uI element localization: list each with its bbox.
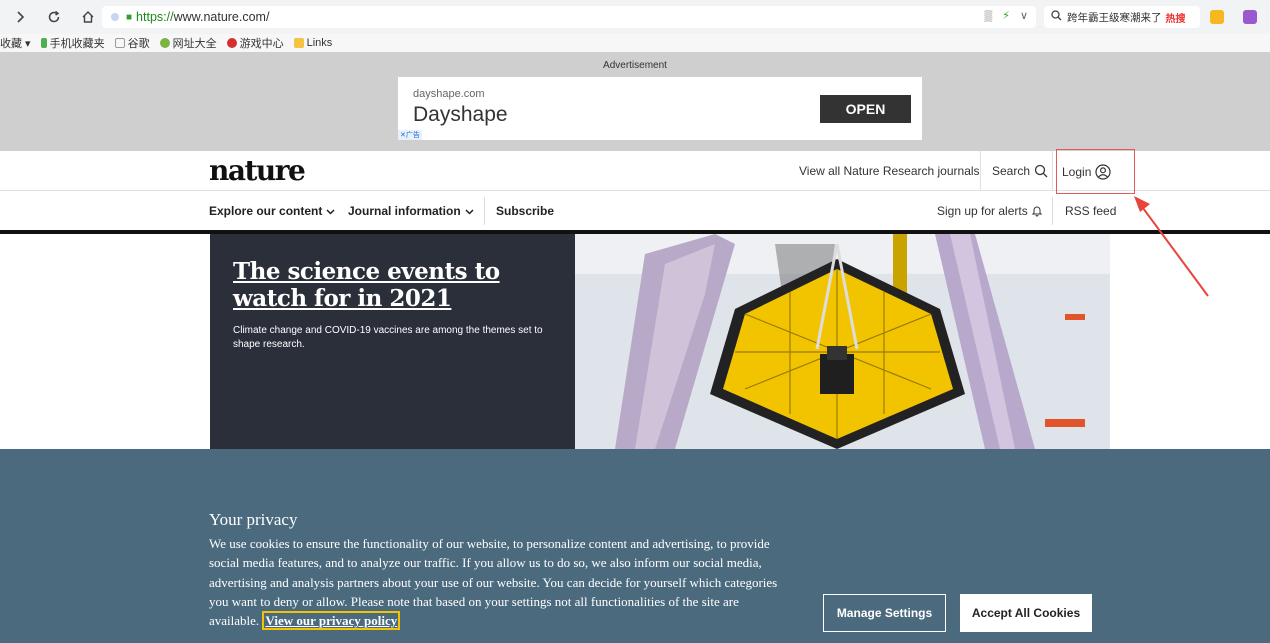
ad-box[interactable]: dayshape.com Dayshape OPEN ✕广告 [398,77,922,140]
sub-navigation: Explore our content Journal information … [0,191,1270,231]
site-header: nature View all Nature Research journals… [0,149,1270,194]
view-all-journals-link[interactable]: View all Nature Research journals [799,164,980,178]
bookmark-item[interactable]: 网址大全 [159,35,217,51]
qr-icon[interactable]: ▒ [984,10,992,22]
bookmark-item[interactable]: 谷歌 [114,35,150,51]
annotation-highlight-box [1056,149,1135,194]
ad-flag[interactable]: ✕广告 [398,130,422,140]
url-protocol: https:// [136,10,174,24]
folder-icon [293,38,304,48]
nature-logo[interactable]: nature [209,154,306,187]
ad-open-button[interactable]: OPEN [820,95,911,123]
address-bar[interactable]: ■ https:// www.nature.com/ ▒ ⚡ ∨ [102,6,1036,28]
address-actions: ▒ ⚡ ∨ [984,9,1028,23]
url-host: www.nature.com/ [173,10,270,24]
hero-image[interactable] [575,234,1110,449]
subscribe-link[interactable]: Subscribe [496,204,554,218]
search-icon [1034,164,1048,178]
divider [1052,197,1053,225]
divider [980,151,981,191]
lightning-icon[interactable]: ⚡ [1002,9,1010,22]
divider [484,197,485,225]
hot-badge: 热搜 [1165,13,1186,25]
bookmark-item[interactable]: 手机收藏夹 [40,35,105,51]
annotation-arrow [1134,196,1209,297]
reload-icon[interactable] [40,3,68,31]
divider [1052,151,1053,191]
bookmarks-bar: 收藏 ▾ 手机收藏夹 谷歌 网址大全 游戏中心 Links [0,34,1270,52]
bookmark-item[interactable]: 收藏 ▾ [0,35,31,51]
sign-up-alerts-link[interactable]: Sign up for alerts [937,204,1043,218]
ad-domain: dayshape.com [413,88,485,100]
globe-icon [159,38,170,48]
home-icon[interactable] [74,3,102,31]
ad-title: Dayshape [413,103,508,126]
lock-icon: ■ [126,11,133,23]
hero-subtitle: Climate change and COVID-19 vaccines are… [233,325,543,350]
hero-text-panel: The science events to watch for in 2021 … [210,234,575,449]
journal-information-menu[interactable]: Journal information [348,204,474,218]
telescope-mirror-image [575,234,1110,449]
extension-icon[interactable] [1210,10,1224,24]
bookmark-item[interactable]: 游戏中心 [226,35,284,51]
rss-feed-link[interactable]: RSS feed [1065,204,1116,218]
chevron-down-icon[interactable]: ∨ [1020,9,1028,22]
advertisement-banner: Advertisement dayshape.com Dayshape OPEN… [0,52,1270,151]
page-icon [114,38,125,48]
translate-icon[interactable] [1243,10,1257,24]
site-info-icon[interactable] [111,13,119,21]
privacy-title: Your privacy [209,510,298,529]
game-icon [226,38,237,48]
chevron-down-icon [326,208,335,215]
explore-content-menu[interactable]: Explore our content [209,204,335,218]
manage-settings-button[interactable]: Manage Settings [823,594,946,632]
hero-title-link[interactable]: The science events to watch for in 2021 [233,258,553,312]
forward-icon[interactable] [6,3,34,31]
browser-search[interactable]: 跨年霸王级寒潮来了 热搜 [1044,6,1200,28]
search-button[interactable]: Search [992,164,1048,178]
accept-all-cookies-button[interactable]: Accept All Cookies [960,594,1092,632]
hero-feature: The science events to watch for in 2021 … [210,234,1110,449]
phone-icon [40,38,47,48]
ad-label: Advertisement [603,60,667,71]
privacy-policy-link[interactable]: View our privacy policy [262,611,401,631]
chevron-down-icon [465,208,474,215]
privacy-banner: Your privacy We use cookies to ensure th… [0,449,1270,643]
search-icon [1051,10,1062,24]
privacy-text: We use cookies to ensure the functionali… [209,536,778,631]
search-suggestion: 跨年霸王级寒潮来了 [1067,11,1162,24]
browser-toolbar: ■ https:// www.nature.com/ ▒ ⚡ ∨ 跨年霸王级寒潮… [0,0,1270,34]
bell-icon [1031,206,1042,217]
bookmark-item[interactable]: Links [293,37,332,49]
